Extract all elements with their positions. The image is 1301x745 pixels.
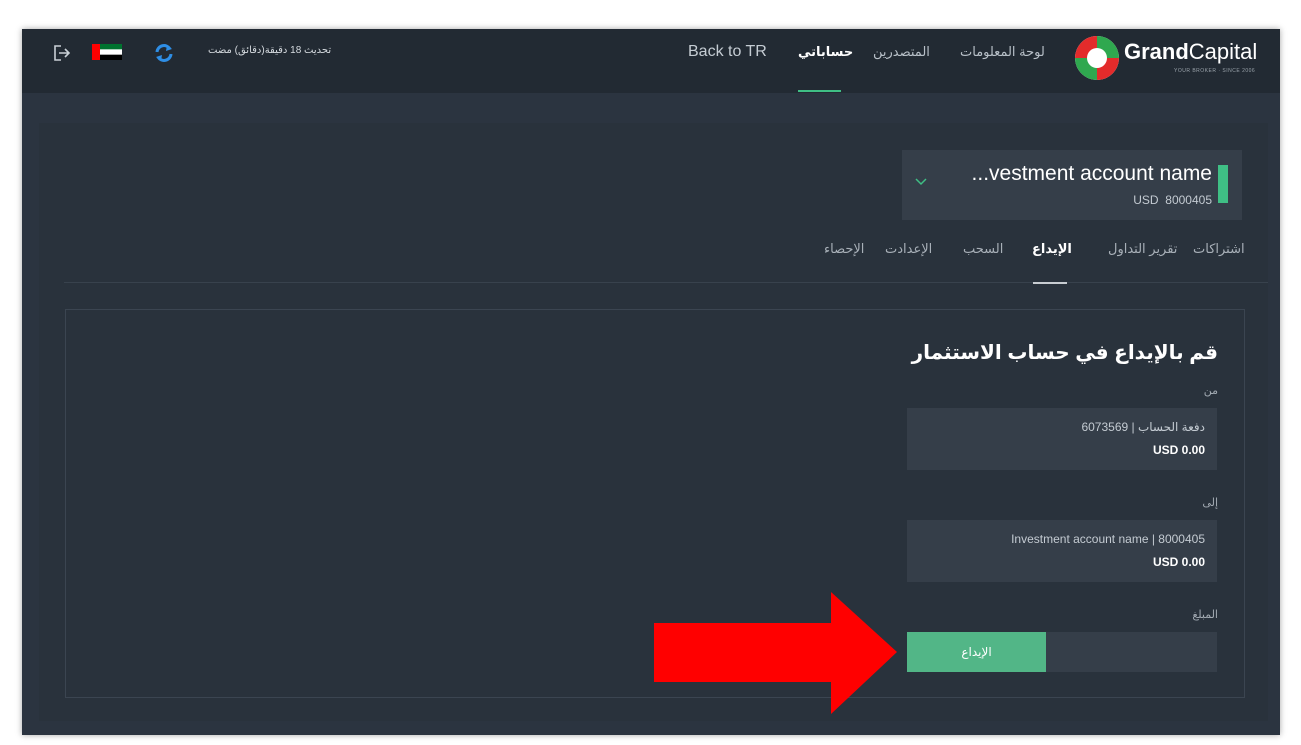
tab-subscriptions[interactable]: اشتراكات [1193, 241, 1245, 257]
tab-statistics[interactable]: الإحصاء [824, 241, 864, 257]
tab-deposit[interactable]: الإيداع [1032, 241, 1072, 257]
tab-settings[interactable]: الإعدادت [885, 241, 932, 257]
nav-providers[interactable]: المتصدرين [873, 29, 930, 93]
red-arrow-annotation-icon [654, 592, 897, 714]
amount-input-row[interactable]: الإيداع [907, 632, 1217, 672]
to-account-field[interactable]: Investment account name | 8000405 USD 0.… [907, 520, 1217, 582]
account-number: USD 8000405 [1133, 193, 1212, 207]
logout-icon[interactable] [52, 43, 72, 63]
tab-trading-report[interactable]: تقرير التداول [1108, 241, 1177, 257]
sub-header-strip [22, 93, 1280, 123]
app-window: تحديث 18 دقيقة(دقائق) مضت Back to TR حسا… [22, 29, 1280, 735]
chevron-down-icon[interactable] [914, 176, 928, 186]
nav-back-to-tr[interactable]: Back to TR [688, 29, 767, 93]
grandcapital-logo[interactable]: GrandCapital YOUR BROKER · SINCE 2006 [1072, 29, 1272, 93]
logo-tagline: YOUR BROKER · SINCE 2006 [1174, 68, 1256, 74]
logo-wordmark: GrandCapital [1124, 39, 1258, 64]
deposit-button[interactable]: الإيداع [907, 632, 1046, 672]
logo-mark-icon [1075, 36, 1119, 80]
active-nav-underline [798, 90, 841, 92]
from-label: من [1203, 385, 1218, 397]
account-status-bar [1218, 165, 1228, 203]
form-title: قم بالإيداع في حساب الاستثمار [911, 342, 1218, 364]
top-navigation-bar: تحديث 18 دقيقة(دقائق) مضت Back to TR حسا… [22, 29, 1280, 93]
account-name: ...vestment account name [971, 162, 1212, 185]
active-tab-underline [1033, 282, 1067, 284]
tab-withdrawal[interactable]: السحب [963, 241, 1003, 257]
nav-my-accounts[interactable]: حساباتي [798, 29, 853, 93]
amount-label: المبلغ [1192, 609, 1218, 621]
nav-dashboard[interactable]: لوحة المعلومات [960, 29, 1045, 93]
account-tabs: اشتراكات تقرير التداول الإيداع السحب الإ… [39, 241, 1268, 281]
to-account-info: Investment account name | 8000405 [1011, 532, 1205, 546]
refresh-icon[interactable] [152, 41, 176, 65]
account-selector[interactable]: ...vestment account name USD 8000405 [902, 150, 1242, 220]
tabs-divider [64, 282, 1268, 283]
last-update-text: تحديث 18 دقيقة(دقائق) مضت [208, 45, 332, 56]
from-account-info: دفعة الحساب | 6073569 [1081, 420, 1205, 434]
from-account-balance: USD 0.00 [1152, 443, 1205, 457]
uae-flag-icon[interactable] [92, 44, 122, 60]
from-account-field[interactable]: دفعة الحساب | 6073569 USD 0.00 [907, 408, 1217, 470]
to-label: إلى [1202, 497, 1218, 509]
to-account-balance: USD 0.00 [1152, 555, 1205, 569]
